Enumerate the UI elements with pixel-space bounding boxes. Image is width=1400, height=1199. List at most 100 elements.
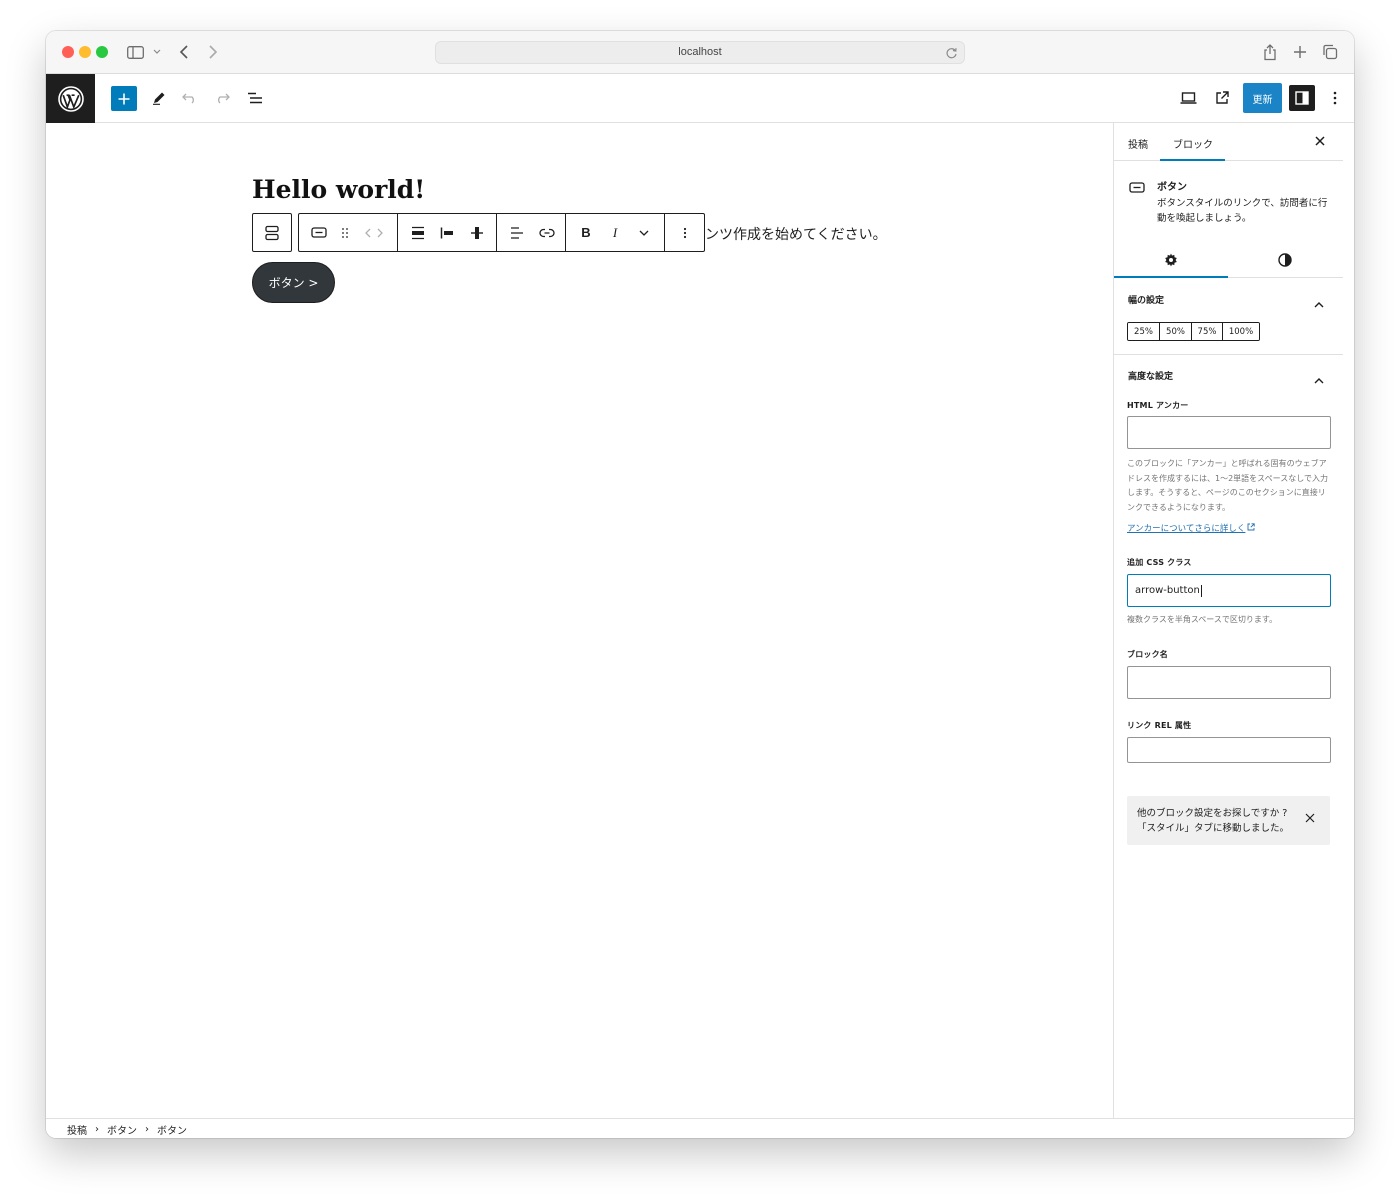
sidebar-toggle-icon[interactable] (124, 41, 146, 63)
toolbar-separator (664, 214, 665, 251)
block-name-input[interactable] (1127, 666, 1331, 699)
preview-button[interactable] (1177, 87, 1199, 109)
width-option-25[interactable]: 25% (1128, 323, 1160, 340)
update-button[interactable]: 更新 (1243, 83, 1282, 113)
sidebar-icon (1295, 91, 1309, 105)
options-menu-button[interactable] (1325, 87, 1345, 109)
justify-button[interactable] (403, 214, 433, 251)
block-type-button[interactable] (303, 214, 335, 251)
add-block-button[interactable] (111, 86, 137, 111)
link-rel-input[interactable] (1127, 737, 1331, 763)
panel-divider (1114, 354, 1343, 355)
view-post-button[interactable] (1211, 87, 1233, 109)
more-formatting-button[interactable] (629, 214, 659, 251)
styles-tab-notice: 他のブロック設定をお探しですか ? 「スタイル」タブに移動しました。 (1127, 796, 1330, 845)
reload-icon[interactable] (945, 45, 958, 64)
wordpress-logo-icon[interactable] (46, 74, 95, 123)
block-breadcrumb-bar: 投稿 › ボタン › ボタン (46, 1118, 1354, 1138)
breadcrumb-separator-icon: › (145, 1124, 149, 1135)
editor-canvas[interactable]: Hello world! e ンツ作成を始めてください。 (46, 123, 1113, 1118)
html-anchor-label: HTML アンカー (1127, 401, 1189, 410)
toolbar-separator (496, 214, 497, 251)
minimize-window-button[interactable] (79, 46, 91, 58)
width-option-75[interactable]: 75% (1192, 323, 1223, 340)
width-settings-title[interactable]: 幅の設定 (1128, 293, 1164, 306)
advanced-settings-title[interactable]: 高度な設定 (1128, 369, 1173, 382)
text-align-button[interactable] (502, 214, 532, 251)
button-block-icon (1129, 178, 1145, 197)
tab-block[interactable]: ブロック (1173, 136, 1213, 151)
width-option-50[interactable]: 50% (1160, 323, 1192, 340)
more-vertical-icon (683, 227, 687, 238)
list-view-icon (248, 92, 262, 104)
width-option-100[interactable]: 100% (1223, 323, 1259, 340)
dismiss-notice-button[interactable] (1305, 808, 1315, 827)
chevron-left-right-icon (365, 228, 383, 237)
button-block[interactable]: ボタン > (252, 262, 335, 303)
share-icon[interactable] (1260, 41, 1280, 63)
align-left-button[interactable] (432, 214, 462, 251)
editor-header: 更新 (46, 74, 1354, 123)
new-tab-icon[interactable] (1290, 41, 1310, 63)
back-icon[interactable] (174, 41, 194, 63)
align-left-icon (440, 227, 453, 238)
redo-button[interactable] (211, 87, 233, 109)
justify-center-icon (412, 226, 424, 239)
more-vertical-icon (1333, 91, 1337, 105)
tools-button[interactable] (148, 87, 170, 109)
block-options-button[interactable] (669, 214, 701, 251)
tab-overview-icon[interactable] (1320, 41, 1340, 63)
active-subtab-indicator (1114, 276, 1228, 278)
breadcrumb-item-button: ボタン (157, 1126, 187, 1137)
buttons-block-icon (265, 225, 279, 240)
chevron-up-icon[interactable] (1314, 369, 1324, 388)
plus-icon (118, 93, 130, 104)
block-toolbar: B I (298, 213, 705, 252)
settings-toggle-button[interactable] (1289, 85, 1315, 111)
block-card-description: ボタンスタイルのリンクで、訪問者に行動を喚起しましょう。 (1157, 198, 1328, 224)
address-bar[interactable]: localhost (435, 41, 965, 64)
button-block-icon (311, 227, 327, 238)
settings-sidebar: 投稿 ブロック ボタン ボタンスタイルのリンクで、訪問者に行動を喚起しましょう。… (1113, 123, 1354, 1118)
breadcrumb-item-buttons[interactable]: ボタン (107, 1122, 137, 1137)
anchor-learn-more-text: アンカーについてさらに詳しく (1127, 524, 1246, 534)
bold-button[interactable]: B (571, 214, 601, 251)
document-overview-button[interactable] (244, 87, 266, 109)
italic-button[interactable]: I (600, 214, 630, 251)
contrast-icon (1278, 253, 1292, 267)
drag-handle[interactable] (335, 214, 355, 251)
css-class-help: 複数クラスを半角スペースで区切ります。 (1127, 615, 1278, 624)
external-link-icon (1247, 523, 1256, 531)
sidebar-tabs: 投稿 ブロック (1114, 123, 1343, 161)
tab-post[interactable]: 投稿 (1128, 136, 1148, 151)
move-left-right-button[interactable] (359, 214, 389, 251)
browser-window: localhost 更新 Hello world! ンツ作成を始めてください。 … (46, 31, 1354, 1138)
chevron-down-icon[interactable] (150, 41, 164, 63)
vertical-align-button[interactable] (462, 214, 492, 251)
anchor-learn-more-link[interactable]: アンカーについてさらに詳しく (1127, 522, 1256, 534)
tab-styles[interactable] (1278, 252, 1292, 271)
chevron-down-icon (639, 230, 649, 236)
link-rel-label: リンク REL 属性 (1127, 721, 1192, 730)
toolbar-separator (565, 214, 566, 251)
tab-settings[interactable] (1164, 252, 1178, 271)
paragraph-block-text[interactable]: ンツ作成を始めてください。 (705, 224, 887, 244)
forward-icon[interactable] (203, 41, 223, 63)
post-title[interactable]: Hello world! (252, 175, 425, 204)
text-caret (1200, 584, 1202, 597)
close-sidebar-button[interactable] (1313, 133, 1327, 152)
text-align-left-icon (511, 226, 523, 239)
link-button[interactable] (532, 214, 562, 251)
browser-chrome: localhost (46, 31, 1354, 74)
pencil-icon (153, 92, 165, 105)
desktop-icon (1180, 92, 1196, 104)
external-link-icon (1216, 91, 1229, 104)
chevron-up-icon[interactable] (1314, 293, 1324, 312)
css-class-input[interactable]: arrow-button (1127, 574, 1331, 607)
undo-button[interactable] (179, 87, 201, 109)
close-window-button[interactable] (62, 46, 74, 58)
html-anchor-input[interactable] (1127, 416, 1331, 449)
breadcrumb-item-post[interactable]: 投稿 (67, 1122, 87, 1137)
select-parent-block-button[interactable] (252, 213, 292, 252)
zoom-window-button[interactable] (96, 46, 108, 58)
